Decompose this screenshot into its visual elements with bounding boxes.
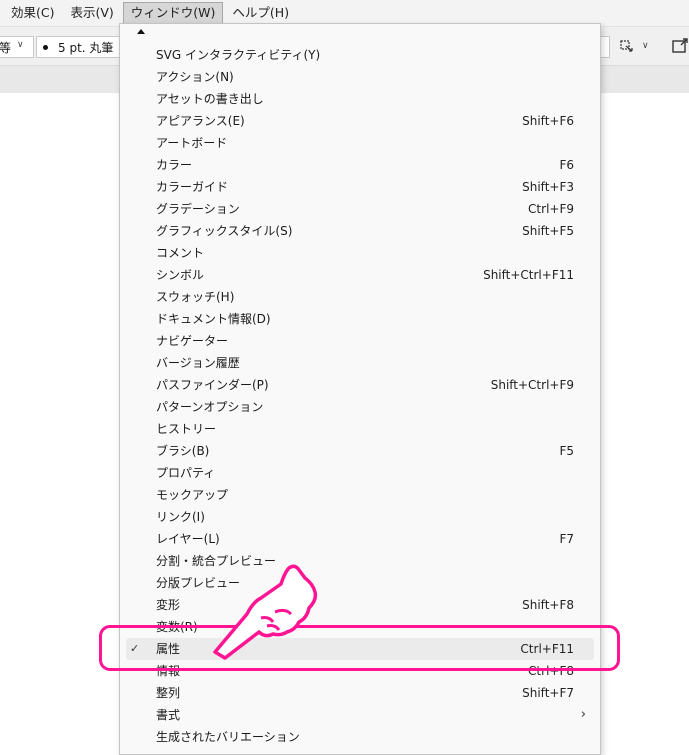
menu-item-history[interactable]: ヒストリー xyxy=(126,418,594,440)
menu-item-label: パスファインダー(P) xyxy=(156,378,269,392)
export-icon[interactable] xyxy=(672,37,689,57)
menu-item-label: SVG インタラクティビティ(Y) xyxy=(156,48,321,62)
window-menu-dropdown: SVG インタラクティビティ(Y) アクション(N) アセットの書き出し アピア… xyxy=(119,23,601,755)
menu-item-label: カラーガイド xyxy=(156,180,229,194)
menu-item-version-history[interactable]: バージョン履歴 xyxy=(126,352,594,374)
brush-select[interactable]: 5 pt. 丸筆 xyxy=(36,36,128,58)
menu-item-variables[interactable]: 変数(R) xyxy=(126,616,594,638)
menu-item-navigator[interactable]: ナビゲーター xyxy=(126,330,594,352)
menu-item-align[interactable]: 整列 Shift+F7 xyxy=(126,682,594,704)
menu-item-generated-variations[interactable]: 生成されたバリエーション xyxy=(126,726,594,748)
menu-item-transform[interactable]: 変形 Shift+F8 xyxy=(126,594,594,616)
menu-item-pathfinder[interactable]: パスファインダー(P) Shift+Ctrl+F9 xyxy=(126,374,594,396)
menu-item-label: プロパティ xyxy=(156,466,216,480)
menu-item-shortcut: Shift+Ctrl+F9 xyxy=(490,378,574,392)
menu-item-shortcut: F6 xyxy=(559,158,574,172)
menu-item-label: 整列 xyxy=(156,686,181,700)
menu-item-label: バージョン履歴 xyxy=(156,356,240,370)
menu-item-flattener-preview[interactable]: 分割・統合プレビュー xyxy=(126,550,594,572)
menu-item-asset-export[interactable]: アセットの書き出し xyxy=(126,88,594,110)
menu-item-shortcut: Ctrl+F9 xyxy=(528,202,574,216)
menu-item-type[interactable]: 書式 › xyxy=(126,704,594,726)
menu-item-document-info[interactable]: ドキュメント情報(D) xyxy=(126,308,594,330)
menu-item-label: 変形 xyxy=(156,598,181,612)
menu-item-label: 分割・統合プレビュー xyxy=(156,554,277,568)
menu-item-color[interactable]: カラー F6 xyxy=(126,154,594,176)
menu-item-separations-preview[interactable]: 分版プレビュー xyxy=(126,572,594,594)
menu-item-properties[interactable]: プロパティ xyxy=(126,462,594,484)
menu-item-links[interactable]: リンク(I) xyxy=(126,506,594,528)
menu-item-shortcut: F5 xyxy=(559,444,574,458)
menu-item-label: レイヤー(L) xyxy=(156,532,220,546)
menu-item-comments[interactable]: コメント xyxy=(126,242,594,264)
menu-item-label: コメント xyxy=(156,246,205,260)
chevron-down-icon: ∨ xyxy=(17,40,24,50)
menu-item-symbols[interactable]: シンボル Shift+Ctrl+F11 xyxy=(126,264,594,286)
menu-item-info[interactable]: 情報 Ctrl+F8 xyxy=(126,660,594,682)
menu-item-shortcut: Ctrl+F11 xyxy=(520,642,574,656)
brush-dot-icon xyxy=(43,44,48,50)
menu-item-label: アセットの書き出し xyxy=(156,92,264,106)
menu-window[interactable]: ウィンドウ(W) xyxy=(122,2,224,24)
menu-item-attributes[interactable]: ✓ 属性 Ctrl+F11 xyxy=(126,638,594,660)
menu-item-color-guide[interactable]: カラーガイド Shift+F3 xyxy=(126,176,594,198)
menu-item-svg-interactivity[interactable]: SVG インタラクティビティ(Y) xyxy=(126,44,594,66)
menu-item-label: パターンオプション xyxy=(156,400,264,414)
transform-icon[interactable] xyxy=(618,38,640,57)
menu-item-shortcut: Shift+F6 xyxy=(522,114,574,128)
menu-item-gradient[interactable]: グラデーション Ctrl+F9 xyxy=(126,198,594,220)
scroll-up-arrow-icon[interactable] xyxy=(137,29,145,34)
menu-item-label: ヒストリー xyxy=(156,422,217,436)
menu-item-graphic-styles[interactable]: グラフィックスタイル(S) Shift+F5 xyxy=(126,220,594,242)
menu-item-label: モックアップ xyxy=(156,488,229,502)
menu-item-label: アートボード xyxy=(156,136,228,150)
menu-item-artboards[interactable]: アートボード xyxy=(126,132,594,154)
menu-item-label: スウォッチ(H) xyxy=(156,290,235,304)
menu-item-label: ブラシ(B) xyxy=(156,444,210,458)
menu-item-shortcut: F7 xyxy=(559,532,574,546)
menu-item-label: 情報 xyxy=(156,664,181,678)
menu-item-label: グラデーション xyxy=(156,202,240,216)
menu-view[interactable]: 表示(V) xyxy=(63,2,120,24)
menu-item-label: 生成されたバリエーション xyxy=(156,730,300,744)
menu-item-actions[interactable]: アクション(N) xyxy=(126,66,594,88)
stroke-profile-value: 等 xyxy=(0,40,12,55)
menu-item-label: ドキュメント情報(D) xyxy=(156,312,271,326)
menu-effect[interactable]: 効果(C) xyxy=(4,2,61,24)
menu-item-brushes[interactable]: ブラシ(B) F5 xyxy=(126,440,594,462)
menu-item-shortcut: Shift+F7 xyxy=(522,686,574,700)
menu-item-label: アクション(N) xyxy=(156,70,234,84)
menu-item-pattern-options[interactable]: パターンオプション xyxy=(126,396,594,418)
submenu-arrow-icon: › xyxy=(580,707,586,722)
menu-item-label: 分版プレビュー xyxy=(156,576,241,590)
menu-item-label: シンボル xyxy=(156,268,205,282)
menu-item-shortcut: Shift+F8 xyxy=(522,598,574,612)
menu-item-label: グラフィックスタイル(S) xyxy=(156,224,293,238)
menu-item-label: リンク(I) xyxy=(156,510,205,524)
menu-item-label: カラー xyxy=(156,158,193,172)
menu-item-shortcut: Shift+F5 xyxy=(522,224,574,238)
menu-item-label: 変数(R) xyxy=(156,620,198,634)
chevron-down-icon[interactable]: ∨ xyxy=(642,41,649,51)
menu-item-label: 書式 xyxy=(156,708,181,722)
menu-item-appearance[interactable]: アピアランス(E) Shift+F6 xyxy=(126,110,594,132)
stroke-profile-select[interactable]: 等 ∨ xyxy=(0,36,34,58)
brush-value: 5 pt. 丸筆 xyxy=(58,40,114,55)
menu-item-shortcut: Shift+F3 xyxy=(522,180,574,194)
menu-help[interactable]: ヘルプ(H) xyxy=(225,2,296,24)
menu-item-layers[interactable]: レイヤー(L) F7 xyxy=(126,528,594,550)
menu-item-label: アピアランス(E) xyxy=(156,114,245,128)
menu-item-shortcut: Ctrl+F8 xyxy=(528,664,574,678)
checkmark-icon: ✓ xyxy=(130,642,140,655)
menu-item-shortcut: Shift+Ctrl+F11 xyxy=(483,268,574,282)
menu-item-label: ナビゲーター xyxy=(156,334,229,348)
menu-item-label: 属性 xyxy=(156,642,181,656)
menu-item-mockup[interactable]: モックアップ xyxy=(126,484,594,506)
menu-item-swatches[interactable]: スウォッチ(H) xyxy=(126,286,594,308)
